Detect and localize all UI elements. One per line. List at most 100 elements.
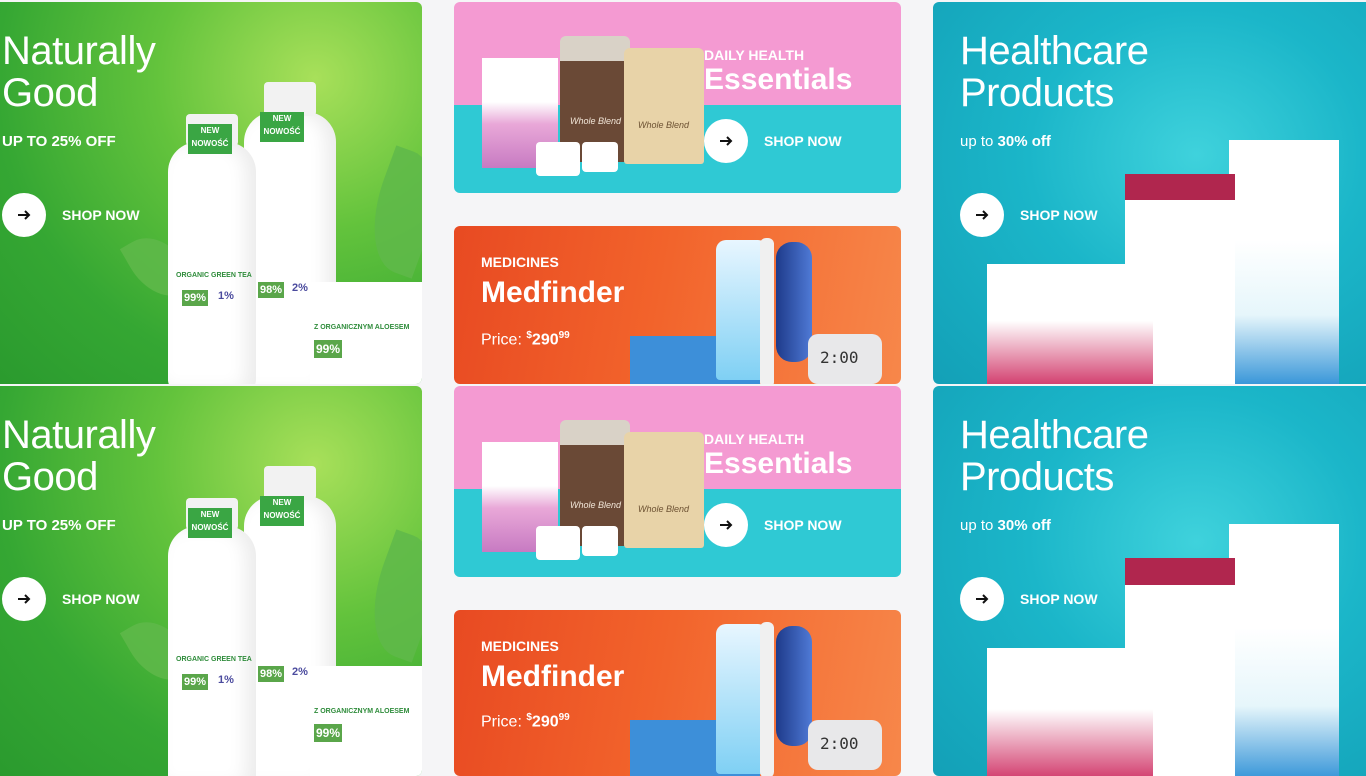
product-label: ORGANIC GREEN TEA (176, 272, 252, 279)
naturally-good-banner[interactable]: Naturally Good UP TO 25% OFF SHOP NOW NE… (0, 2, 422, 384)
banner-title: Essentials (704, 63, 853, 96)
product-jar (536, 526, 580, 560)
shop-now-label: SHOP NOW (1020, 591, 1098, 607)
medfinder-banner[interactable]: MEDICINES Medfinder Price: $29099 2:00 (454, 226, 901, 384)
price-text: Price: $29099 (481, 330, 570, 349)
timer-display: 2:00 (808, 334, 882, 384)
percent-label: 2% (292, 282, 308, 294)
daily-health-banner[interactable]: Complete Essentials Whole Blend Whole Bl… (454, 386, 901, 577)
leaf-decoration (355, 145, 422, 279)
shop-now-button[interactable]: SHOP NOW (960, 577, 1098, 621)
price-cents: 99 (558, 330, 570, 341)
product-jar (582, 526, 618, 556)
arrow-right-icon (2, 193, 46, 237)
box-label: Complete Essentials (488, 88, 552, 95)
arrow-right-icon (2, 577, 46, 621)
kicker-text: DAILY HEALTH (704, 431, 805, 447)
arrow-right-icon (704, 119, 748, 163)
product-label: ORGANIC GREEN TEA (176, 656, 252, 663)
banner-title: Medfinder (481, 276, 625, 309)
toothbrush (760, 622, 774, 776)
arrow-right-icon (960, 577, 1004, 621)
arrow-right-icon (704, 503, 748, 547)
shop-now-button[interactable]: SHOP NOW (2, 193, 140, 237)
discount-text: up to 30% off (960, 133, 1051, 150)
new-badge: NEW NOWOŚĆ (188, 124, 232, 154)
pouch-label: Whole Blend (638, 120, 690, 130)
banner-title: Essentials (704, 447, 853, 480)
shop-now-label: SHOP NOW (764, 133, 842, 149)
shop-now-button[interactable]: SHOP NOW (704, 119, 842, 163)
percent-label: 99% (314, 724, 343, 742)
box-label: Z ORGANICZNYM ALOESEM (314, 324, 410, 331)
vanilla-pouch: Whole Blend (624, 48, 704, 164)
timer-display: 2:00 (808, 720, 882, 770)
shop-now-button[interactable]: SHOP NOW (2, 577, 140, 621)
leaf-decoration (355, 529, 422, 663)
price-text: Price: $29099 (481, 712, 570, 731)
banner-title: Naturally Good (2, 413, 156, 499)
arrow-right-icon (960, 193, 1004, 237)
shop-now-label: SHOP NOW (62, 591, 140, 607)
discount-text: up to 30% off (960, 517, 1051, 534)
box-label: Complete Essentials (488, 472, 552, 479)
percent-label: 98% (258, 666, 285, 682)
percent-label: 99% (182, 674, 209, 690)
new-badge: NEW NOWOŚĆ (188, 508, 232, 538)
percent-label: 1% (218, 674, 234, 686)
bottle-cap (264, 82, 316, 116)
vanilla-pouch: Whole Blend (624, 432, 704, 548)
discount-text: UP TO 25% OFF (2, 517, 116, 534)
new-badge: NEW NOWOŚĆ (260, 112, 304, 142)
shop-now-button[interactable]: SHOP NOW (704, 503, 842, 547)
toothbrush-case (776, 242, 812, 362)
medfinder-banner[interactable]: MEDICINES Medfinder Price: $29099 2:00 (454, 610, 901, 776)
pouch-label: Whole Blend (570, 500, 622, 510)
kicker-text: DAILY HEALTH (704, 47, 805, 63)
shop-now-label: SHOP NOW (764, 517, 842, 533)
shop-now-label: SHOP NOW (62, 207, 140, 223)
bottle-front: NEW NOWOŚĆ ORGANIC GREEN TEA 99% 1% (168, 114, 256, 384)
timer-text: 2:00 (820, 734, 859, 753)
price-cents: 99 (558, 712, 570, 723)
naturally-good-banner[interactable]: Naturally Good UP TO 25% OFF SHOP NOW NE… (0, 386, 422, 776)
shop-now-button[interactable]: SHOP NOW (960, 193, 1098, 237)
shop-now-label: SHOP NOW (1020, 207, 1098, 223)
healthcare-banner[interactable]: Healthcare Products up to 30% off SHOP N… (933, 2, 1366, 384)
percent-label: 99% (182, 290, 209, 306)
healthcare-banner[interactable]: Healthcare Products up to 30% off SHOP N… (933, 386, 1366, 776)
product-box-tall (1229, 524, 1339, 776)
price-label: Price: (481, 331, 522, 349)
product-box: Z ORGANICZNYM ALOESEM 99% (310, 282, 422, 384)
banner-title: Medfinder (481, 660, 625, 693)
banner-title: Naturally Good (2, 29, 156, 115)
product-box-tall (1229, 140, 1339, 384)
product-box-wide (987, 648, 1153, 776)
new-badge: NEW NOWOŚĆ (260, 496, 304, 526)
pouch-label: Whole Blend (638, 504, 690, 514)
percent-label: 1% (218, 290, 234, 302)
price-whole: 290 (531, 713, 559, 731)
toothbrush (760, 238, 774, 384)
daily-health-banner[interactable]: Complete Essentials Whole Blend Whole Bl… (454, 2, 901, 193)
toothbrush-case (776, 626, 812, 746)
box-label: Z ORGANICZNYM ALOESEM (314, 708, 410, 715)
price-whole: 290 (531, 331, 559, 349)
banner-title: Healthcare Products (960, 29, 1149, 115)
pouch-label: Whole Blend (570, 116, 622, 126)
kicker-text: MEDICINES (481, 254, 559, 270)
percent-label: 2% (292, 666, 308, 678)
product-jar (536, 142, 580, 176)
product-box: Z ORGANICZNYM ALOESEM 99% (310, 666, 422, 776)
banner-title: Healthcare Products (960, 413, 1149, 499)
product-jar (582, 142, 618, 172)
kicker-text: MEDICINES (481, 638, 559, 654)
discount-text: UP TO 25% OFF (2, 133, 116, 150)
bottle-front: NEW NOWOŚĆ ORGANIC GREEN TEA 99% 1% (168, 498, 256, 776)
percent-label: 99% (314, 340, 343, 358)
bottle-cap (264, 466, 316, 500)
product-box-wide (987, 264, 1153, 384)
price-label: Price: (481, 713, 522, 731)
percent-label: 98% (258, 282, 285, 298)
timer-text: 2:00 (820, 348, 859, 367)
